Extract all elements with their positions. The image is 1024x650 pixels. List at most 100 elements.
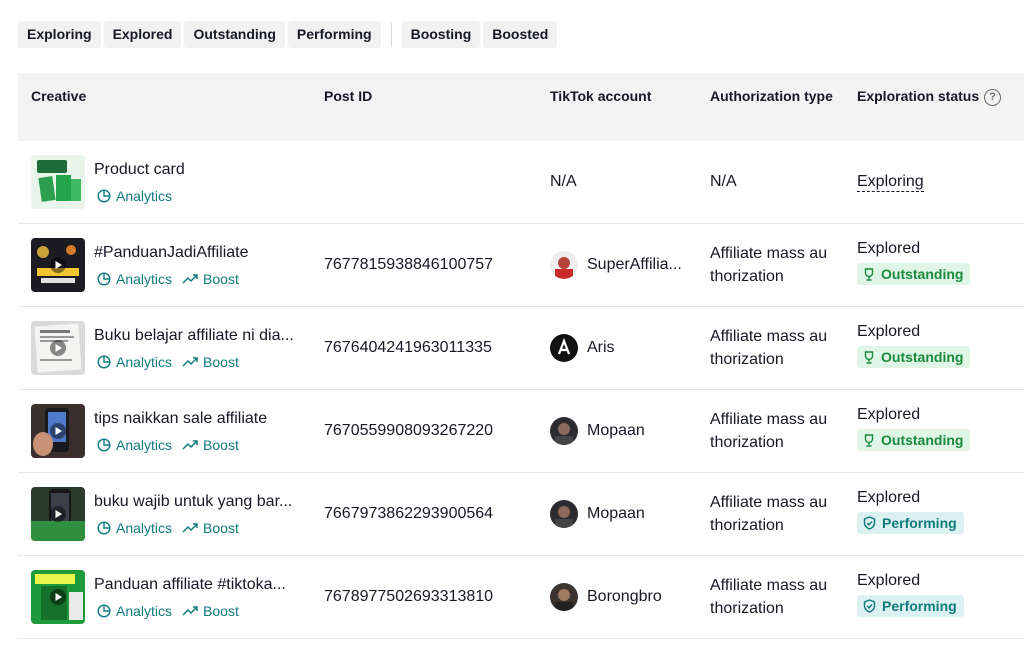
status-badge-label: Outstanding bbox=[881, 432, 964, 448]
analytics-link[interactable]: Analytics bbox=[97, 603, 172, 619]
tiktok-account[interactable]: SuperAffilia... bbox=[550, 251, 682, 279]
post-id-value: 7678977502693313810 bbox=[324, 588, 494, 605]
analytics-label: Analytics bbox=[116, 437, 173, 453]
trending-up-icon bbox=[182, 357, 198, 367]
pie-chart-icon bbox=[97, 189, 111, 203]
boost-label: Boost bbox=[203, 520, 239, 536]
column-tiktok-account: TikTok account bbox=[550, 88, 652, 104]
video-thumbnail[interactable] bbox=[31, 487, 85, 541]
creative-title[interactable]: Panduan affiliate #tiktoka... bbox=[94, 576, 286, 594]
creatives-table: Creative Post ID TikTok account Authoriz… bbox=[18, 73, 1024, 639]
analytics-label: Analytics bbox=[116, 271, 173, 287]
video-thumbnail[interactable] bbox=[31, 238, 85, 292]
analytics-link[interactable]: Analytics bbox=[97, 520, 172, 536]
filter-explored[interactable]: Explored bbox=[103, 21, 182, 48]
pie-chart-icon bbox=[97, 355, 111, 369]
trophy-icon bbox=[864, 350, 874, 364]
shield-check-icon bbox=[863, 599, 876, 613]
filter-performing[interactable]: Performing bbox=[287, 21, 381, 48]
avatar bbox=[550, 583, 578, 611]
account-name: Borongbro bbox=[587, 588, 662, 605]
creative-title[interactable]: buku wajib untuk yang bar... bbox=[94, 493, 292, 511]
trophy-icon bbox=[864, 267, 874, 281]
creative-actions: Analytics Boost bbox=[97, 603, 249, 619]
creative-title[interactable]: tips naikkan sale affiliate bbox=[94, 410, 267, 428]
boost-label: Boost bbox=[203, 603, 239, 619]
trending-up-icon bbox=[182, 440, 198, 450]
analytics-link[interactable]: Analytics bbox=[97, 354, 172, 370]
pie-chart-icon bbox=[97, 438, 111, 452]
trending-up-icon bbox=[182, 523, 198, 533]
boost-link[interactable]: Boost bbox=[182, 354, 239, 370]
exploration-status: Explored Performing bbox=[857, 572, 964, 618]
exploration-status: Explored Outstanding bbox=[857, 406, 971, 452]
authorization-type-value: Affiliate mass au thorization bbox=[710, 245, 828, 285]
status-badge: Performing bbox=[857, 512, 964, 534]
creative-title[interactable]: Product card bbox=[94, 161, 185, 179]
creative-title[interactable]: Buku belajar affiliate ni dia... bbox=[94, 327, 294, 345]
authorization-type-value: N/A bbox=[710, 173, 737, 190]
boost-link[interactable]: Boost bbox=[182, 603, 239, 619]
analytics-label: Analytics bbox=[116, 520, 173, 536]
table-row: Panduan affiliate #tiktoka... Analytics … bbox=[18, 556, 1024, 639]
tiktok-account[interactable]: Mopaan bbox=[550, 417, 645, 445]
status-badge: Performing bbox=[857, 595, 964, 617]
authorization-type-value: Affiliate mass au thorization bbox=[710, 328, 828, 368]
column-post-id: Post ID bbox=[324, 88, 373, 104]
tiktok-account[interactable]: Mopaan bbox=[550, 500, 645, 528]
account-name: Mopaan bbox=[587, 505, 645, 522]
table-header: Creative Post ID TikTok account Authoriz… bbox=[18, 73, 1024, 141]
column-exploration-status: Exploration status? bbox=[857, 73, 1002, 141]
table-row: Buku belajar affiliate ni dia... Analyti… bbox=[18, 307, 1024, 390]
analytics-link[interactable]: Analytics bbox=[97, 188, 172, 204]
video-thumbnail[interactable] bbox=[31, 404, 85, 458]
tiktok-account[interactable]: Borongbro bbox=[550, 583, 662, 611]
boost-link[interactable]: Boost bbox=[182, 437, 239, 453]
post-id-value: 7670559908093267220 bbox=[324, 422, 494, 439]
filter-boosting[interactable]: Boosting bbox=[401, 21, 481, 48]
filter-boosted[interactable]: Boosted bbox=[483, 21, 558, 48]
avatar bbox=[550, 500, 578, 528]
boost-label: Boost bbox=[203, 437, 239, 453]
analytics-link[interactable]: Analytics bbox=[97, 437, 172, 453]
analytics-link[interactable]: Analytics bbox=[97, 271, 172, 287]
post-id-value: 7676404241963011335 bbox=[324, 339, 492, 356]
account-name: Aris bbox=[587, 339, 615, 356]
creative-actions: Analytics bbox=[97, 188, 182, 204]
exploration-status-value: Explored bbox=[857, 240, 921, 257]
account-name: Mopaan bbox=[587, 422, 645, 439]
authorization-type-value: Affiliate mass au thorization bbox=[710, 411, 828, 451]
exploration-status-value: Explored bbox=[857, 323, 921, 340]
video-thumbnail[interactable] bbox=[31, 570, 85, 624]
product-card-thumbnail[interactable] bbox=[31, 155, 85, 209]
exploration-status-value: Explored bbox=[857, 406, 921, 423]
column-exploration-status-label: Exploration status bbox=[857, 88, 980, 104]
boost-link[interactable]: Boost bbox=[182, 520, 239, 536]
creative-title[interactable]: #PanduanJadiAffiliate bbox=[94, 244, 249, 262]
trophy-icon bbox=[864, 433, 874, 447]
status-badge-label: Outstanding bbox=[881, 266, 964, 282]
boost-label: Boost bbox=[203, 271, 239, 287]
table-row: buku wajib untuk yang bar... Analytics B… bbox=[18, 473, 1024, 556]
shield-check-icon bbox=[863, 516, 876, 530]
authorization-type-value: Affiliate mass au thorization bbox=[710, 577, 828, 617]
creative-actions: Analytics Boost bbox=[97, 354, 249, 370]
boost-link[interactable]: Boost bbox=[182, 271, 239, 287]
video-thumbnail[interactable] bbox=[31, 321, 85, 375]
help-icon[interactable]: ? bbox=[984, 88, 1002, 106]
avatar bbox=[550, 334, 578, 362]
pie-chart-icon bbox=[97, 272, 111, 286]
pie-chart-icon bbox=[97, 604, 111, 618]
trending-up-icon bbox=[182, 274, 198, 284]
status-badge: Outstanding bbox=[857, 346, 971, 368]
filter-bar: Exploring Explored Outstanding Performin… bbox=[18, 21, 560, 48]
analytics-label: Analytics bbox=[116, 354, 173, 370]
filter-exploring[interactable]: Exploring bbox=[18, 21, 101, 48]
exploration-status: Explored Outstanding bbox=[857, 240, 971, 286]
filter-outstanding[interactable]: Outstanding bbox=[184, 21, 285, 48]
authorization-type-value: Affiliate mass au thorization bbox=[710, 494, 828, 534]
exploration-status-value[interactable]: Exploring bbox=[857, 173, 924, 192]
tiktok-account[interactable]: Aris bbox=[550, 334, 615, 362]
exploration-status-value: Explored bbox=[857, 572, 921, 589]
status-badge-label: Performing bbox=[882, 598, 957, 614]
